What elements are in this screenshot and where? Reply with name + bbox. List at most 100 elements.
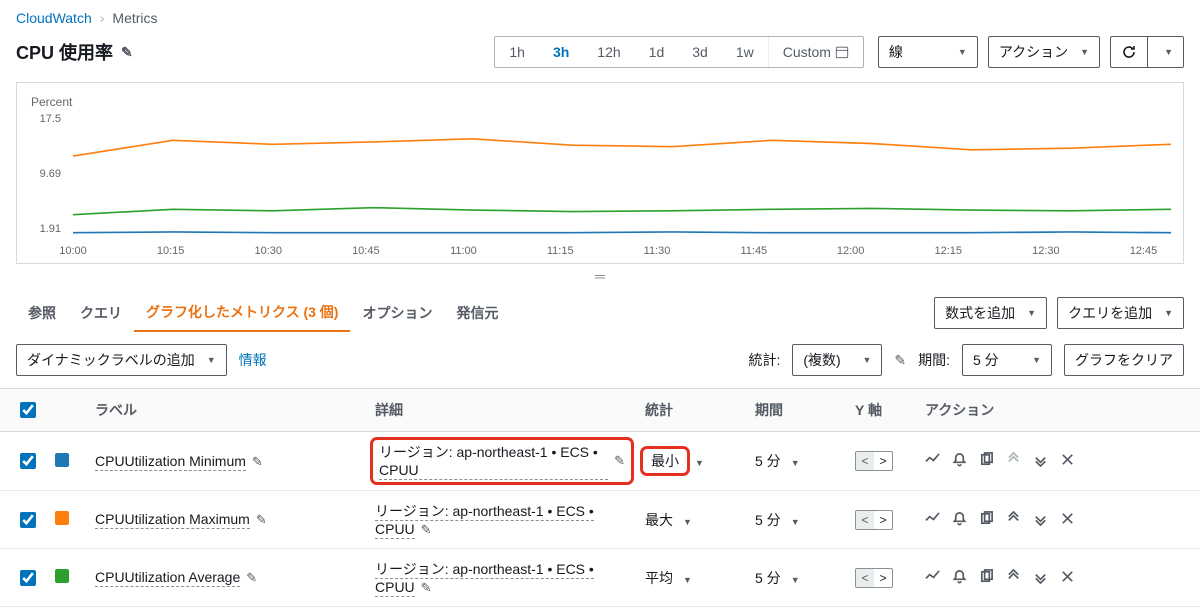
trend-icon[interactable] — [925, 452, 940, 470]
table-row: CPUUtilization Minimum ✎ リージョン: ap-northe… — [0, 432, 1200, 491]
col-period: 期間 — [747, 389, 847, 432]
calendar-icon — [835, 45, 849, 59]
row-checkbox[interactable] — [20, 453, 36, 469]
stat-label: 統計: — [748, 350, 780, 370]
metric-detail[interactable]: リージョン: ap-northeast-1 • ECS • CPUU — [375, 561, 594, 597]
metric-detail[interactable]: リージョン: ap-northeast-1 • ECS • CPUU — [379, 442, 608, 480]
row-actions — [925, 452, 1192, 470]
add-query-button[interactable]: クエリを追加 — [1057, 297, 1184, 329]
row-stat[interactable]: 最小 — [651, 453, 679, 469]
range-1h[interactable]: 1h — [495, 37, 539, 67]
color-swatch[interactable] — [55, 511, 69, 525]
chart-plot[interactable] — [73, 113, 1171, 235]
remove-icon[interactable] — [1060, 569, 1075, 587]
range-1d[interactable]: 1d — [635, 37, 679, 67]
y-tick: 9.69 — [31, 168, 61, 180]
y-tick: 1.91 — [31, 223, 61, 235]
metric-detail[interactable]: リージョン: ap-northeast-1 • ECS • CPUU — [375, 503, 594, 539]
move-up-icon[interactable] — [1006, 569, 1021, 587]
table-row: CPUUtilization Average ✎ リージョン: ap-northe… — [0, 549, 1200, 607]
table-row: CPUUtilization Maximum ✎ リージョン: ap-northe… — [0, 491, 1200, 549]
tab-graphed-metrics[interactable]: グラフ化したメトリクス (3 個) — [134, 294, 350, 332]
range-12h[interactable]: 12h — [583, 37, 634, 67]
bell-icon[interactable] — [952, 511, 967, 529]
row-checkbox[interactable] — [20, 570, 36, 586]
row-stat[interactable]: 最大 — [645, 512, 673, 528]
row-period[interactable]: 5 分 — [755, 512, 781, 528]
period-dropdown-icon[interactable] — [781, 570, 800, 586]
stat-dropdown-icon[interactable] — [685, 453, 704, 469]
row-actions — [925, 511, 1192, 529]
yaxis-toggle[interactable]: <> — [855, 568, 893, 588]
color-swatch[interactable] — [55, 453, 69, 467]
edit-label-icon[interactable]: ✎ — [252, 454, 263, 469]
edit-detail-icon[interactable]: ✎ — [421, 580, 432, 595]
stat-select[interactable]: (複数) — [792, 344, 882, 376]
copy-icon[interactable] — [979, 511, 994, 529]
edit-icon[interactable]: ✎ — [894, 352, 906, 369]
actions-dropdown[interactable]: アクション — [988, 36, 1100, 68]
period-label: 期間: — [918, 350, 950, 370]
trend-icon[interactable] — [925, 511, 940, 529]
metrics-table: ラベル 詳細 統計 期間 Y 軸 アクション CPUUtilization Mi… — [0, 388, 1200, 607]
row-stat[interactable]: 平均 — [645, 570, 673, 586]
chart-type-select[interactable]: 線 — [878, 36, 978, 68]
remove-icon[interactable] — [1060, 511, 1075, 529]
row-checkbox[interactable] — [20, 512, 36, 528]
info-link[interactable]: 情報 — [239, 350, 267, 370]
trend-icon[interactable] — [925, 569, 940, 587]
edit-title-icon[interactable]: ✎ — [121, 44, 133, 61]
breadcrumb-current: Metrics — [112, 10, 157, 26]
bell-icon[interactable] — [952, 452, 967, 470]
yaxis-toggle[interactable]: <> — [855, 510, 893, 530]
tab-source[interactable]: 発信元 — [444, 295, 510, 331]
bell-icon[interactable] — [952, 569, 967, 587]
row-actions — [925, 569, 1192, 587]
refresh-options-button[interactable] — [1147, 36, 1184, 68]
metrics-tabstrip: 参照 クエリ グラフ化したメトリクス (3 個) オプション 発信元 数式を追加… — [0, 294, 1200, 332]
copy-icon[interactable] — [979, 452, 994, 470]
refresh-button[interactable] — [1110, 36, 1148, 68]
edit-detail-icon[interactable]: ✎ — [614, 453, 625, 469]
metric-label[interactable]: CPUUtilization Average — [95, 569, 240, 587]
range-3h[interactable]: 3h — [539, 37, 583, 67]
range-custom[interactable]: Custom — [769, 37, 863, 67]
range-1w[interactable]: 1w — [722, 37, 768, 67]
remove-icon[interactable] — [1060, 452, 1075, 470]
yaxis-toggle[interactable]: <> — [855, 451, 893, 471]
dynamic-label-button[interactable]: ダイナミックラベルの追加 — [16, 344, 227, 376]
row-period[interactable]: 5 分 — [755, 453, 781, 469]
edit-label-icon[interactable]: ✎ — [246, 570, 257, 585]
col-yaxis: Y 軸 — [847, 389, 917, 432]
move-down-icon[interactable] — [1033, 452, 1048, 470]
col-actions: アクション — [917, 389, 1200, 432]
resize-handle-icon[interactable]: ═ — [0, 264, 1200, 288]
period-dropdown-icon[interactable] — [781, 453, 800, 469]
color-swatch[interactable] — [55, 569, 69, 583]
copy-icon[interactable] — [979, 569, 994, 587]
page-title: CPU 使用率 ✎ — [16, 39, 133, 65]
edit-detail-icon[interactable]: ✎ — [421, 522, 432, 537]
stat-dropdown-icon[interactable] — [673, 512, 692, 528]
clear-graph-button[interactable]: グラフをクリア — [1064, 344, 1184, 376]
col-label: ラベル — [87, 389, 367, 432]
select-all-checkbox[interactable] — [20, 402, 36, 418]
move-down-icon[interactable] — [1033, 569, 1048, 587]
metric-label[interactable]: CPUUtilization Minimum — [95, 453, 246, 471]
move-down-icon[interactable] — [1033, 511, 1048, 529]
period-select[interactable]: 5 分 — [962, 344, 1052, 376]
move-up-icon[interactable] — [1006, 511, 1021, 529]
tab-options[interactable]: オプション — [350, 295, 444, 331]
tab-query[interactable]: クエリ — [68, 295, 134, 331]
stat-dropdown-icon[interactable] — [673, 570, 692, 586]
tab-browse[interactable]: 参照 — [16, 295, 68, 331]
col-stat: 統計 — [637, 389, 747, 432]
breadcrumb-root[interactable]: CloudWatch — [16, 10, 92, 26]
period-dropdown-icon[interactable] — [781, 512, 800, 528]
breadcrumb: CloudWatch › Metrics — [0, 0, 1200, 30]
row-period[interactable]: 5 分 — [755, 570, 781, 586]
range-3d[interactable]: 3d — [678, 37, 722, 67]
edit-label-icon[interactable]: ✎ — [256, 512, 267, 527]
add-math-button[interactable]: 数式を追加 — [934, 297, 1047, 329]
metric-label[interactable]: CPUUtilization Maximum — [95, 511, 250, 529]
